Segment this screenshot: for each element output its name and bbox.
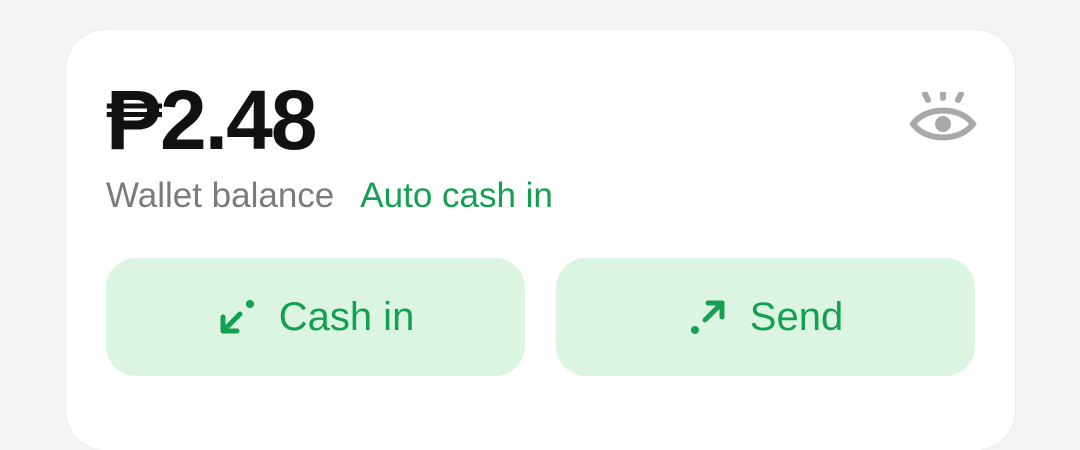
- cash-in-label: Cash in: [278, 294, 415, 339]
- cash-in-button[interactable]: Cash in: [106, 258, 525, 376]
- wallet-balance-amount: ₱2.48: [106, 73, 318, 167]
- send-button[interactable]: Send: [556, 258, 975, 376]
- send-label: Send: [749, 294, 844, 339]
- eye-icon[interactable]: [908, 89, 978, 150]
- wallet-balance-label: Wallet balance: [106, 176, 335, 215]
- arrow-up-right-icon: [690, 300, 725, 334]
- wallet-card: ₱2.48 Wallet balance Auto cash in Cash i…: [66, 30, 1015, 450]
- balance-row: Wallet balance Auto cash in: [106, 174, 553, 218]
- auto-cash-in-link[interactable]: Auto cash in: [360, 176, 553, 216]
- arrow-down-left-icon: [220, 300, 254, 334]
